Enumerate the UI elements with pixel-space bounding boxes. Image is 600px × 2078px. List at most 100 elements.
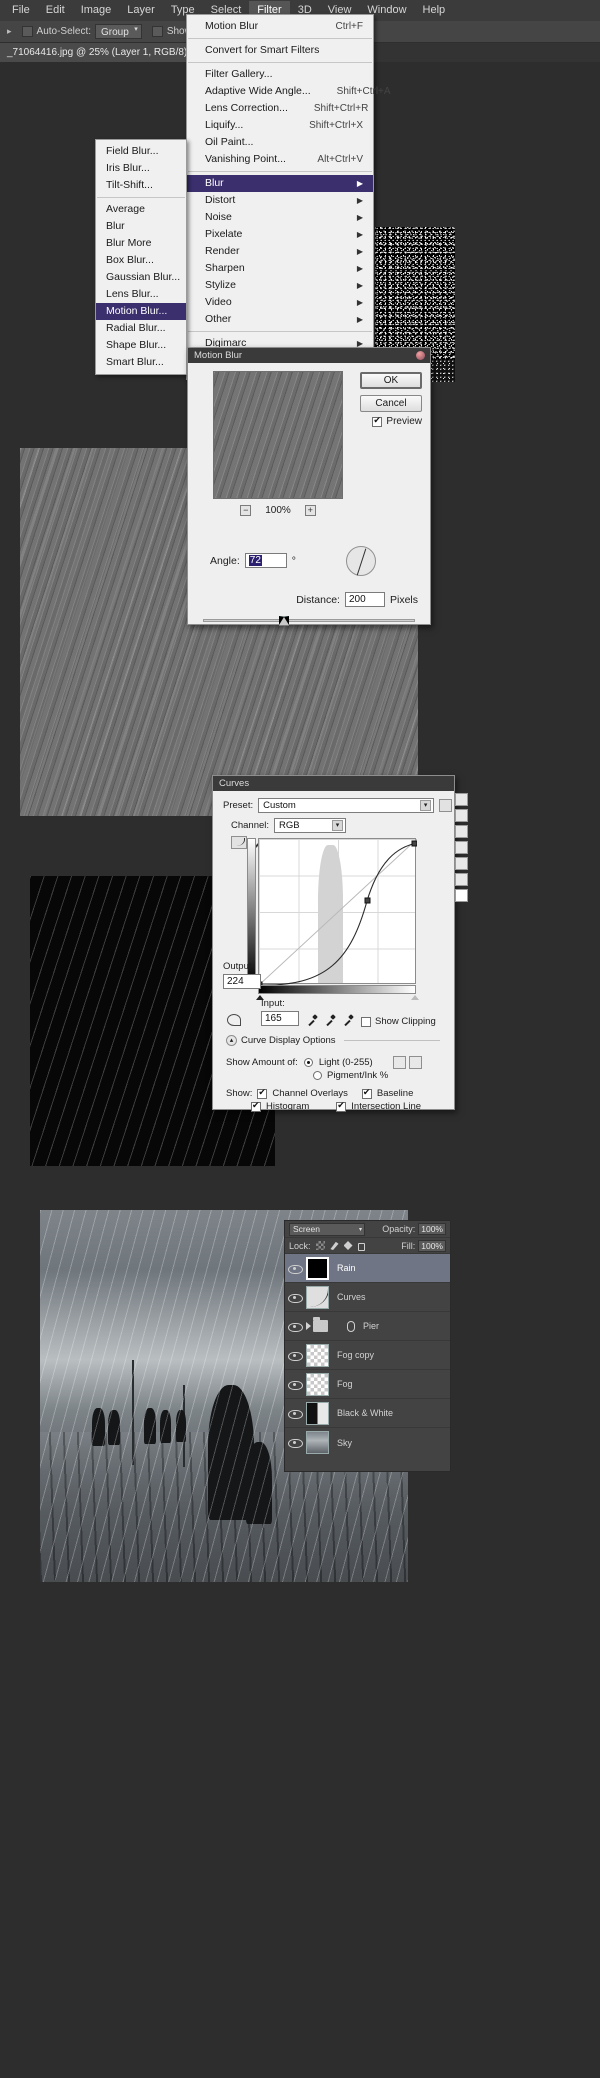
eye-icon[interactable] [288,1408,303,1419]
channel-overlays-checkbox[interactable] [257,1087,268,1099]
channel-select[interactable]: RGB ▾ [274,818,347,833]
preset-options-button[interactable] [439,799,453,812]
auto-select-checkbox[interactable] [21,26,33,37]
panel-button-5[interactable] [455,857,468,870]
cancel-button[interactable]: Cancel [360,395,422,412]
histogram-checkbox[interactable] [251,1100,261,1112]
menu-item-other[interactable]: Other ▶ [187,311,373,328]
table-row[interactable]: Curves [285,1283,450,1312]
menu-item-render[interactable]: Render ▶ [187,243,373,260]
show-clipping-checkbox[interactable] [361,1016,371,1027]
table-row[interactable]: Sky [285,1428,450,1457]
menu-item-adaptive-wide-angle[interactable]: Adaptive Wide Angle... Shift+Ctrl+A [187,83,391,100]
zoom-in-button[interactable]: + [304,505,316,516]
menu-item-video[interactable]: Video ▶ [187,294,373,311]
menu-item-blur[interactable]: Blur [96,218,186,235]
menu-image[interactable]: Image [73,1,120,21]
grid-simple-icon[interactable] [393,1056,406,1069]
baseline-checkbox[interactable] [361,1087,372,1099]
zoom-out-button[interactable]: − [240,505,252,516]
table-row[interactable]: Rain [285,1254,450,1283]
menu-item-lens-blur[interactable]: Lens Blur... [96,286,186,303]
menu-item-field-blur[interactable]: Field Blur... [96,143,186,160]
lock-position-icon[interactable] [343,1241,353,1250]
curve-line[interactable] [259,839,417,985]
eye-icon[interactable] [288,1263,303,1274]
table-row[interactable]: Pier [285,1312,450,1341]
eye-icon[interactable] [288,1437,303,1448]
chevron-down-icon[interactable]: ▾ [420,800,432,811]
curve-point-tool-icon[interactable] [231,836,247,849]
lock-transparent-pixels-icon[interactable] [315,1241,325,1250]
motion-blur-preview[interactable] [213,371,343,499]
fill-value[interactable]: 100% [418,1239,446,1252]
tab-document-1[interactable]: _71064416.jpg @ 25% (Layer 1, RGB/8) * × [0,43,213,62]
menu-item-oil-paint[interactable]: Oil Paint... [187,134,373,151]
light-radio[interactable] [303,1058,313,1067]
menu-item-blur[interactable]: Blur ▶ [187,175,373,192]
menu-layer[interactable]: Layer [119,1,163,21]
eye-icon[interactable] [288,1321,303,1332]
menu-item-iris-blur[interactable]: Iris Blur... [96,160,186,177]
menu-item-box-blur[interactable]: Box Blur... [96,252,186,269]
output-input[interactable]: 224 [223,974,261,989]
menu-item-stylize[interactable]: Stylize ▶ [187,277,373,294]
layer-group-icons[interactable] [306,1315,340,1338]
menu-item-gaussian-blur[interactable]: Gaussian Blur... [96,269,186,286]
menu-item-vanishing-point[interactable]: Vanishing Point... Alt+Ctrl+V [187,151,373,168]
eye-icon[interactable] [288,1379,303,1390]
table-row[interactable]: Fog [285,1370,450,1399]
lock-image-pixels-icon[interactable] [330,1241,339,1250]
expand-triangle-icon[interactable] [306,1322,311,1330]
dialog-title-bar[interactable]: Motion Blur [188,348,430,363]
distance-slider[interactable] [203,616,415,626]
menu-file[interactable]: File [4,1,38,21]
menu-item-tilt-shift[interactable]: Tilt-Shift... [96,177,186,194]
move-tool-group[interactable]: ▸ [2,26,17,37]
layer-thumbnail[interactable] [306,1285,329,1309]
chevron-down-icon[interactable]: ▾ [332,820,344,831]
pigment-radio[interactable] [313,1071,322,1080]
menu-item-radial-blur[interactable]: Radial Blur... [96,320,186,337]
menu-item-convert-smart-filters[interactable]: Convert for Smart Filters [187,42,373,59]
menu-item-motion-blur[interactable]: Motion Blur... [96,303,186,320]
panel-button-2[interactable] [455,809,468,822]
menu-item-filter-gallery[interactable]: Filter Gallery... [187,66,373,83]
layer-thumbnail[interactable] [306,1401,329,1425]
dialog-title-bar[interactable]: Curves [213,776,454,791]
opacity-value[interactable]: 100% [418,1223,446,1235]
eye-icon[interactable] [288,1292,303,1303]
menu-item-blur-more[interactable]: Blur More [96,235,186,252]
blend-mode-select[interactable]: Screen ▾ [289,1222,365,1236]
menu-item-sharpen[interactable]: Sharpen ▶ [187,260,373,277]
show-clipping-row[interactable]: Show Clipping [361,1016,436,1027]
distance-input[interactable]: 200 [344,592,385,607]
layer-thumbnail[interactable] [306,1256,329,1280]
menu-item-lens-correction[interactable]: Lens Correction... Shift+Ctrl+R [187,100,373,117]
menu-item-noise[interactable]: Noise ▶ [187,209,373,226]
preset-select[interactable]: Custom ▾ [258,798,435,813]
panel-button-4[interactable] [455,841,468,854]
table-row[interactable]: Black & White [285,1399,450,1428]
ok-button[interactable]: OK [360,372,422,389]
layer-thumbnail[interactable] [306,1343,329,1367]
move-tool-icon[interactable]: ▸ [7,26,12,37]
angle-dial[interactable] [346,546,376,576]
curves-graph[interactable] [258,838,417,985]
collapse-icon[interactable]: ▴ [226,1035,237,1046]
table-row[interactable]: Fog copy [285,1341,450,1370]
blur-submenu[interactable]: Field Blur... Iris Blur... Tilt-Shift...… [95,139,187,375]
input-input[interactable]: 165 [261,1011,299,1026]
panel-button-6[interactable] [455,873,468,886]
white-point-eyedropper-icon[interactable] [343,1015,354,1026]
angle-input[interactable]: 72 [244,553,287,568]
show-transform-checkbox[interactable] [151,26,163,37]
menu-item-smart-blur[interactable]: Smart Blur... [96,354,186,371]
grid-detailed-icon[interactable] [409,1056,422,1069]
intersection-line-checkbox[interactable] [336,1100,347,1112]
preview-checkbox[interactable] [372,415,383,427]
slider-thumb[interactable] [279,616,290,625]
eye-icon[interactable] [288,1350,303,1361]
black-point-eyedropper-icon[interactable] [307,1015,318,1026]
panel-button-3[interactable] [455,825,468,838]
